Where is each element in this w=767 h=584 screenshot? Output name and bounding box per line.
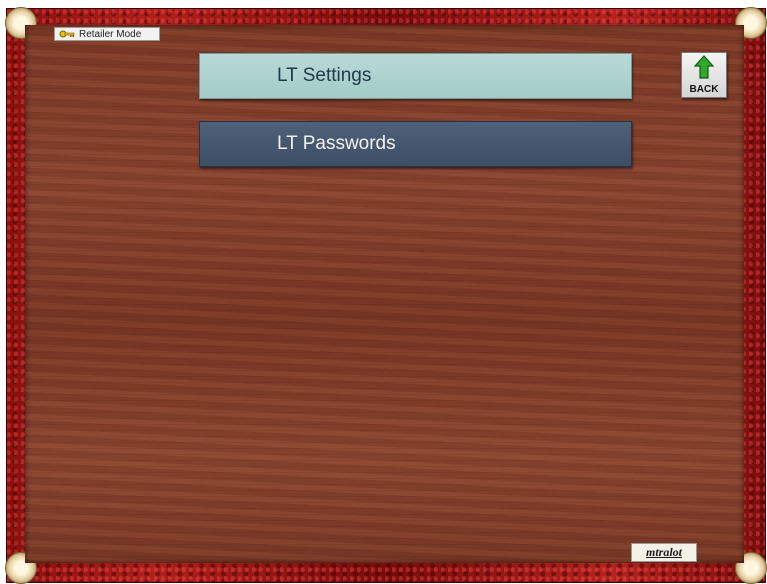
key-icon: [59, 30, 75, 38]
lt-passwords-label: LT Passwords: [277, 133, 396, 154]
retailer-mode-label: Retailer Mode: [79, 28, 142, 40]
lt-settings-label: LT Settings: [277, 65, 372, 86]
wood-panel: [25, 25, 744, 563]
lt-passwords-button[interactable]: LT Passwords: [199, 121, 632, 167]
lt-settings-button[interactable]: LT Settings: [199, 53, 632, 99]
back-label: BACK: [689, 84, 719, 95]
brand-logo: mtralot: [631, 543, 697, 562]
retailer-mode-badge: Retailer Mode: [54, 27, 160, 41]
up-arrow-icon: [693, 55, 715, 84]
back-button[interactable]: BACK: [681, 52, 727, 98]
brand-logo-text: mtralot: [645, 545, 682, 559]
